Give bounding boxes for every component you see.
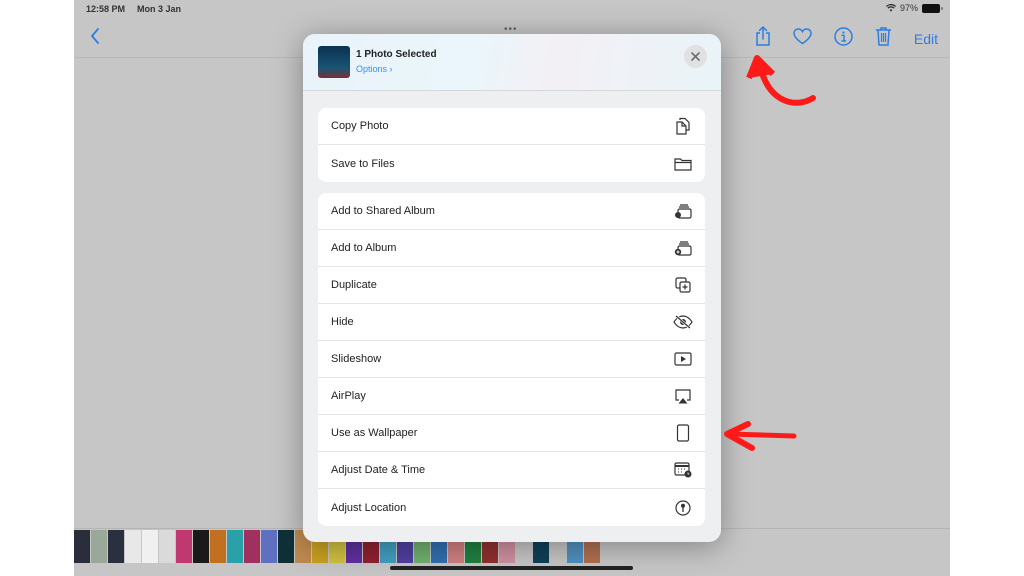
- action-group-secondary: Add to Shared Album Add to Album Duplicate…: [318, 193, 705, 526]
- close-button[interactable]: [684, 45, 707, 68]
- menu-item-label: Use as Wallpaper: [331, 427, 418, 439]
- shared-album-icon: [673, 201, 693, 221]
- filmstrip-thumbnail[interactable]: [176, 530, 192, 563]
- filmstrip-thumbnail[interactable]: [74, 530, 90, 563]
- menu-item-hide[interactable]: Hide: [318, 304, 705, 341]
- filmstrip-thumbnail[interactable]: [142, 530, 158, 563]
- airplay-icon: [673, 386, 693, 406]
- menu-item-label: Duplicate: [331, 279, 377, 291]
- menu-item-label: AirPlay: [331, 390, 366, 402]
- wifi-icon: [885, 4, 896, 12]
- location-icon: [673, 498, 693, 518]
- share-sheet-header: 1 Photo Selected Options ›: [303, 34, 721, 91]
- action-group-primary: Copy Photo Save to Files: [318, 108, 705, 182]
- share-icon: [756, 25, 770, 46]
- ipad-icon: [673, 423, 693, 443]
- nav-actions: Edit: [755, 25, 938, 51]
- filmstrip-thumbnail[interactable]: [193, 530, 209, 563]
- share-button[interactable]: [755, 25, 771, 51]
- menu-item-label: Adjust Location: [331, 501, 407, 514]
- menu-item-add-to-album[interactable]: Add to Album: [318, 230, 705, 267]
- add-album-icon: [673, 238, 693, 258]
- menu-item-label: Copy Photo: [331, 120, 389, 132]
- menu-item-label: Hide: [331, 316, 354, 328]
- folder-icon: [673, 154, 693, 174]
- menu-item-save-to-files[interactable]: Save to Files: [318, 145, 705, 182]
- filmstrip-thumbnail[interactable]: [125, 530, 141, 563]
- duplicate-icon: [673, 275, 693, 295]
- menu-item-adjust-date-and-time[interactable]: Adjust Date & Time: [318, 452, 705, 489]
- status-right: 97%: [885, 3, 943, 13]
- edit-button[interactable]: Edit: [914, 31, 938, 47]
- annotation-left-arrow: [724, 421, 797, 451]
- delete-button[interactable]: [875, 26, 892, 51]
- menu-item-airplay[interactable]: AirPlay: [318, 378, 705, 415]
- selected-photo-thumbnail: [318, 46, 350, 78]
- filmstrip-thumbnail[interactable]: [278, 530, 294, 563]
- close-icon: [691, 52, 700, 61]
- menu-item-duplicate[interactable]: Duplicate: [318, 267, 705, 304]
- filmstrip-thumbnail[interactable]: [91, 530, 107, 563]
- menu-item-label: Add to Shared Album: [331, 205, 435, 217]
- filmstrip-thumbnail[interactable]: [244, 530, 260, 563]
- share-sheet-title: 1 Photo Selected: [356, 49, 437, 60]
- filmstrip-thumbnail[interactable]: [261, 530, 277, 563]
- filmstrip-thumbnail[interactable]: [227, 530, 243, 563]
- menu-item-adjust-location[interactable]: Adjust Location: [318, 489, 705, 526]
- info-icon: [834, 26, 853, 46]
- filmstrip-thumbnail[interactable]: [159, 530, 175, 563]
- menu-item-label: Add to Album: [331, 242, 397, 254]
- chevron-left-icon: [91, 28, 99, 44]
- menu-item-use-as-wallpaper[interactable]: Use as Wallpaper: [318, 415, 705, 452]
- home-indicator[interactable]: [390, 566, 633, 570]
- menu-item-label: Adjust Date & Time: [331, 464, 426, 476]
- trash-icon: [875, 27, 891, 46]
- options-link[interactable]: Options ›: [356, 64, 393, 74]
- copy-icon: [673, 116, 693, 136]
- status-date: Mon 3 Jan: [137, 4, 182, 14]
- share-sheet: 1 Photo Selected Options › Copy Photo Sav…: [303, 34, 721, 542]
- battery-icon: [922, 3, 943, 13]
- filmstrip-thumbnail[interactable]: [210, 530, 226, 563]
- battery-percent: 97%: [899, 3, 918, 13]
- status-time: 12:58 PM: [86, 4, 126, 14]
- heart-icon: [793, 27, 812, 44]
- menu-item-label: Save to Files: [331, 157, 395, 170]
- back-button[interactable]: [90, 28, 100, 49]
- calendar-clock-icon: [673, 460, 693, 480]
- play-rectangle-icon: [673, 349, 693, 369]
- info-button[interactable]: [834, 26, 853, 51]
- favorite-button[interactable]: [793, 27, 812, 50]
- filmstrip-thumbnail[interactable]: [108, 530, 124, 563]
- eye-slash-icon: [673, 312, 693, 332]
- annotation-curved-arrow: [746, 55, 816, 106]
- menu-item-copy-photo[interactable]: Copy Photo: [318, 108, 705, 145]
- menu-item-label: Slideshow: [331, 353, 382, 365]
- status-bar: 12:58 PM Mon 3 Jan 97%: [74, 0, 950, 18]
- menu-item-add-to-shared-album[interactable]: Add to Shared Album: [318, 193, 705, 230]
- menu-item-slideshow[interactable]: Slideshow: [318, 341, 705, 378]
